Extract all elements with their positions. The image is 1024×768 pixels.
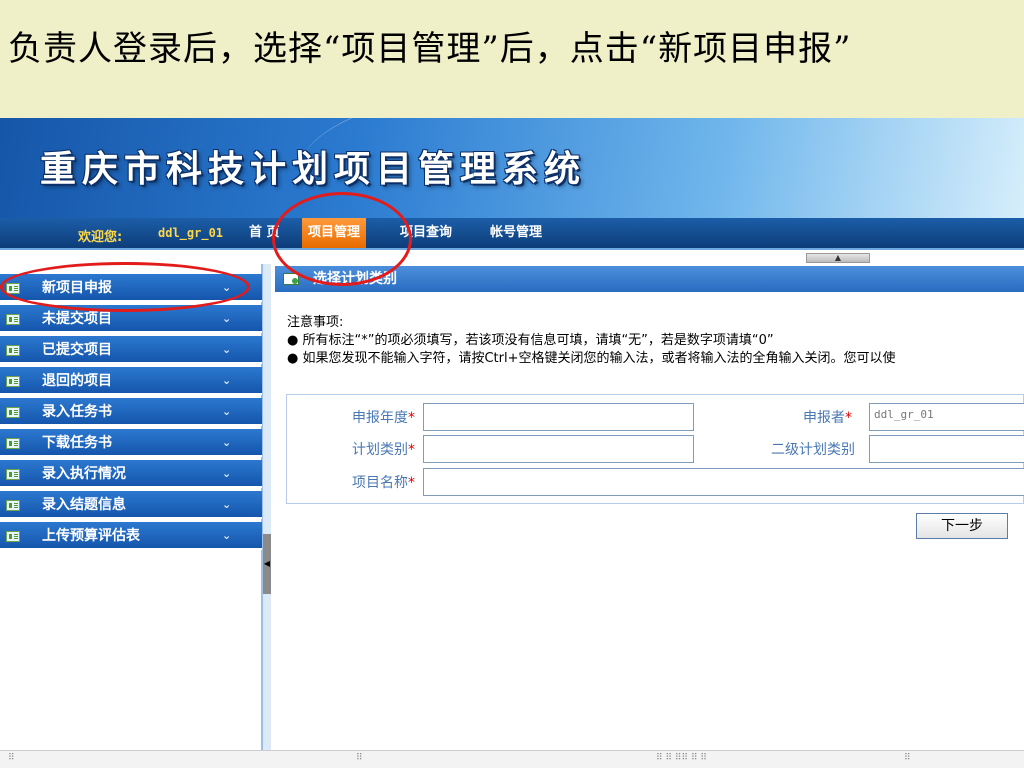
sidebar-item-new-project[interactable]: 新项目申报 ⌄: [0, 274, 262, 302]
collapse-sidebar-handle[interactable]: ◀: [263, 534, 271, 594]
chevron-down-icon: ⌄: [222, 436, 232, 449]
project-form: 申报年度* 申报者* ddl_gr_01 计划类别* 二级计划类别 项目名称*: [286, 394, 1024, 504]
project-name-label-text: 项目名称: [352, 475, 408, 491]
sidebar-item-label: 上传预算评估表: [42, 528, 140, 544]
project-name-input[interactable]: [423, 468, 1024, 496]
status-dots: ⠿: [356, 753, 363, 763]
required-mark: *: [845, 410, 852, 426]
chevron-down-icon: ⌄: [222, 529, 232, 542]
category-label-text: 计划类别: [352, 442, 408, 458]
chevron-down-icon: ⌄: [222, 467, 232, 480]
year-label-text: 申报年度: [352, 410, 408, 426]
list-icon: [6, 283, 20, 294]
nav-account-management[interactable]: 帐号管理: [484, 218, 548, 248]
sidebar-item-enter-task-book[interactable]: 录入任务书 ⌄: [0, 398, 262, 426]
welcome-label: 欢迎您:: [78, 230, 123, 245]
status-dots: ⠿: [904, 753, 911, 763]
sidebar-item-submitted[interactable]: 已提交项目 ⌄: [0, 336, 262, 364]
required-mark: *: [408, 410, 415, 426]
list-icon: [6, 500, 20, 511]
list-icon: [6, 376, 20, 387]
sidebar-item-upload-budget[interactable]: 上传预算评估表 ⌄: [0, 522, 262, 550]
note-line: ● 所有标注“*”的项必须填写，若该项没有信息可填，请填“无”，若是数字项请填“…: [287, 333, 774, 348]
category-input[interactable]: [423, 435, 694, 463]
sidebar-item-returned[interactable]: 退回的项目 ⌄: [0, 367, 262, 395]
chevron-down-icon: ⌄: [222, 374, 232, 387]
notes-section: 注意事项: ● 所有标注“*”的项必须填写，若该项没有信息可填，请填“无”，若是…: [287, 314, 896, 368]
system-banner: 重庆市科技计划项目管理系统: [0, 118, 1024, 218]
category-label: 计划类别*: [317, 439, 415, 459]
list-icon: [6, 469, 20, 480]
applicant-label-text: 申报者: [803, 410, 845, 426]
panel-header: 选择计划类别: [275, 266, 1024, 292]
applicant-label: 申报者*: [747, 407, 852, 427]
sidebar-item-label: 已提交项目: [42, 342, 112, 358]
required-mark: *: [408, 475, 415, 491]
next-step-button[interactable]: 下一步: [916, 513, 1008, 539]
chevron-down-icon: ⌄: [222, 343, 232, 356]
year-input[interactable]: [423, 403, 694, 431]
chevron-down-icon: ⌄: [222, 405, 232, 418]
slide-title: 负责人登录后，选择“项目管理”后，点击“新项目申报”: [0, 0, 1024, 118]
sidebar-item-label: 未提交项目: [42, 311, 112, 327]
list-icon: [6, 531, 20, 542]
chevron-down-icon: ⌄: [222, 498, 232, 511]
sidebar-item-label: 录入执行情况: [42, 466, 126, 482]
subcategory-label: 二级计划类别: [771, 442, 855, 458]
sidebar-item-label: 录入任务书: [42, 404, 112, 420]
nav-home[interactable]: 首 页: [243, 218, 286, 248]
collapse-header-button[interactable]: ▲: [806, 253, 870, 263]
sidebar-item-unsubmitted[interactable]: 未提交项目 ⌄: [0, 305, 262, 333]
sidebar-item-label: 退回的项目: [42, 373, 112, 389]
sidebar-item-download-task-book[interactable]: 下载任务书 ⌄: [0, 429, 262, 457]
required-mark: *: [408, 442, 415, 458]
status-dots: ⠿ ⠿ ⠿⠿ ⠿ ⠿: [656, 753, 707, 763]
system-title: 重庆市科技计划项目管理系统: [40, 148, 587, 190]
status-bar: ⠿ ⠿ ⠿ ⠿ ⠿⠿ ⠿ ⠿ ⠿: [0, 750, 1024, 768]
sidebar-item-enter-conclusion[interactable]: 录入结题信息 ⌄: [0, 491, 262, 519]
chevron-down-icon: ⌄: [222, 312, 232, 325]
note-line: ● 如果您发现不能输入字符，请按Ctrl+空格键关闭您的输入法，或者将输入法的全…: [287, 351, 896, 366]
notes-heading: 注意事项:: [287, 315, 344, 330]
sidebar-item-label: 新项目申报: [42, 280, 112, 296]
sidebar-item-label: 下载任务书: [42, 435, 112, 451]
sidebar-splitter[interactable]: ◀: [262, 264, 271, 750]
subcategory-input[interactable]: [869, 435, 1024, 463]
nav-project-management[interactable]: 项目管理: [302, 218, 367, 248]
panel-title: 选择计划类别: [313, 271, 397, 287]
username-label: ddl_gr_01: [158, 226, 224, 240]
project-name-label: 项目名称*: [317, 472, 415, 492]
list-icon: [6, 438, 20, 449]
chevron-down-icon: ⌄: [222, 281, 232, 294]
sidebar-item-enter-execution[interactable]: 录入执行情况 ⌄: [0, 460, 262, 488]
main-content: 选择计划类别 注意事项: ● 所有标注“*”的项必须填写，若该项没有信息可填，请…: [271, 264, 1024, 750]
sidebar-menu: 新项目申报 ⌄ 未提交项目 ⌄ 已提交项目 ⌄ 退回的项目 ⌄ 录入任务书 ⌄ …: [0, 264, 262, 750]
status-dots: ⠿: [8, 753, 15, 763]
list-icon: [6, 314, 20, 325]
top-nav-bar: 欢迎您: ddl_gr_01 首 页 项目管理 项目查询 帐号管理: [0, 218, 1024, 250]
list-icon: [6, 345, 20, 356]
nav-project-query[interactable]: 项目查询: [394, 218, 458, 248]
form-icon: [283, 273, 299, 285]
applicant-input[interactable]: ddl_gr_01: [869, 403, 1024, 431]
sidebar-item-label: 录入结题信息: [42, 497, 126, 513]
year-label: 申报年度*: [317, 407, 415, 427]
app-window: 重庆市科技计划项目管理系统 欢迎您: ddl_gr_01 首 页 项目管理 项目…: [0, 118, 1024, 750]
list-icon: [6, 407, 20, 418]
